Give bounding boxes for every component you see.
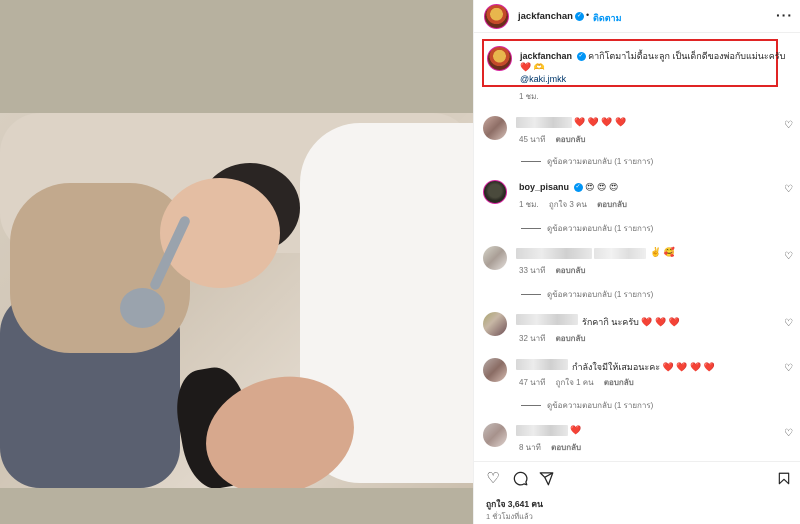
verified-icon: ✓: [573, 183, 583, 193]
comment-text: รักคากิ นะครับ ❤️ ❤️ ❤️: [582, 317, 680, 327]
blurred-text: [594, 248, 646, 259]
reply-button[interactable]: ตอบกลับ: [597, 200, 627, 209]
reply-button[interactable]: ตอบกลับ: [551, 443, 581, 452]
post-photo: [0, 113, 473, 488]
author-username[interactable]: jackfanchan: [518, 11, 573, 22]
follow-button[interactable]: ติดตาม: [593, 11, 622, 25]
more-icon[interactable]: ···: [776, 7, 793, 23]
comment-time: 45 นาที: [519, 135, 546, 144]
comment-text: ✌️ 🥰: [650, 247, 675, 257]
caption-avatar[interactable]: [487, 46, 512, 71]
caption-mention[interactable]: @kaki.jmkk: [520, 74, 566, 84]
reply-button[interactable]: ตอบกลับ: [556, 135, 586, 144]
caption-highlight: jackfanchan ✓ คากิโตมาไม่ดื้อนะลูก เป็นเ…: [482, 39, 785, 87]
like-comment-icon[interactable]: ♡: [784, 363, 793, 374]
caption-emoji: ❤️ 🫶: [520, 62, 545, 72]
comment-meta: 47 นาที ถูกใจ 1 คน ตอบกลับ: [519, 376, 642, 389]
comment-text: ❤️ ❤️ ❤️ ❤️: [574, 117, 627, 127]
share-icon[interactable]: [538, 470, 554, 486]
comment-icon[interactable]: [512, 470, 528, 486]
comment-meta: 1 ชม. ถูกใจ 3 คน ตอบกลับ: [519, 198, 635, 211]
comment-likes[interactable]: ถูกใจ 3 คน: [549, 200, 587, 209]
comment-text: 😍 😍 😍: [585, 182, 619, 192]
comment-time: 1 ชม.: [519, 200, 539, 209]
caption-time: 1 ชม.: [519, 92, 539, 101]
like-count[interactable]: ถูกใจ 3,641 คน: [486, 497, 543, 511]
post-panel: jackfanchan ✓ • ติดตาม ··· jackfanchan ✓…: [473, 0, 800, 524]
commenter-avatar[interactable]: [483, 116, 507, 140]
verified-icon: ✓: [575, 12, 584, 21]
commenter-avatar[interactable]: [483, 358, 507, 382]
reply-button[interactable]: ตอบกลับ: [604, 378, 634, 387]
commenter-avatar[interactable]: [483, 246, 507, 270]
blurred-username: [516, 425, 568, 436]
verified-icon: ✓: [576, 52, 586, 62]
comment-meta: 33 นาที ตอบกลับ: [519, 264, 594, 277]
post-timestamp: 1 ชั่วโมงที่แล้ว: [486, 512, 533, 521]
commenter-avatar[interactable]: [483, 180, 507, 204]
caption-line: jackfanchan ✓ คากิโตมาไม่ดื้อนะลูก เป็นเ…: [520, 49, 785, 63]
comment-time: 47 นาที: [519, 378, 546, 387]
comment-line: boy_pisanu ✓ 😍 😍 😍: [519, 182, 618, 193]
comment-time: 32 นาที: [519, 334, 546, 343]
separator-dot: •: [586, 10, 590, 20]
blurred-username: [516, 359, 568, 370]
caption-text: คากิโตมาไม่ดื้อนะลูก เป็นเด็กดีของพ่อกับ…: [588, 51, 786, 61]
comment-text: กำลังใจมีให้เสมอนะคะ ❤️ ❤️ ❤️ ❤️: [572, 362, 715, 372]
commenter-username[interactable]: boy_pisanu: [519, 182, 569, 192]
post-media: [0, 0, 473, 524]
post-header: jackfanchan ✓ • ติดตาม ···: [474, 0, 800, 33]
caption-username[interactable]: jackfanchan: [520, 51, 572, 61]
author-avatar[interactable]: [484, 4, 509, 29]
like-comment-icon[interactable]: ♡: [784, 251, 793, 262]
comment-time: 8 นาที: [519, 443, 541, 452]
like-comment-icon[interactable]: ♡: [784, 184, 793, 195]
like-comment-icon[interactable]: ♡: [784, 318, 793, 329]
comment-time: 33 นาที: [519, 266, 546, 275]
view-replies[interactable]: ดูข้อความตอบกลับ (1 รายการ): [521, 399, 653, 412]
reply-button[interactable]: ตอบกลับ: [556, 334, 586, 343]
comment-likes[interactable]: ถูกใจ 1 คน: [556, 378, 594, 387]
post-actions: ♡: [474, 461, 800, 491]
like-comment-icon[interactable]: ♡: [784, 428, 793, 439]
comment-meta: 8 นาที ตอบกลับ: [519, 441, 589, 454]
reply-button[interactable]: ตอบกลับ: [556, 266, 586, 275]
blurred-username: [516, 117, 572, 128]
blurred-username: [516, 314, 578, 325]
heart-icon[interactable]: ♡: [485, 470, 501, 487]
blurred-username: [516, 248, 592, 259]
view-replies[interactable]: ดูข้อความตอบกลับ (1 รายการ): [521, 288, 653, 301]
like-comment-icon[interactable]: ♡: [784, 120, 793, 131]
commenter-avatar[interactable]: [483, 312, 507, 336]
view-replies[interactable]: ดูข้อความตอบกลับ (1 รายการ): [521, 222, 653, 235]
bookmark-icon[interactable]: [776, 470, 792, 486]
view-replies[interactable]: ดูข้อความตอบกลับ (1 รายการ): [521, 155, 653, 168]
comment-text: ❤️: [570, 425, 582, 435]
comment-meta: 45 นาที ตอบกลับ: [519, 133, 594, 146]
commenter-avatar[interactable]: [483, 423, 507, 447]
comment-meta: 32 นาที ตอบกลับ: [519, 332, 594, 345]
